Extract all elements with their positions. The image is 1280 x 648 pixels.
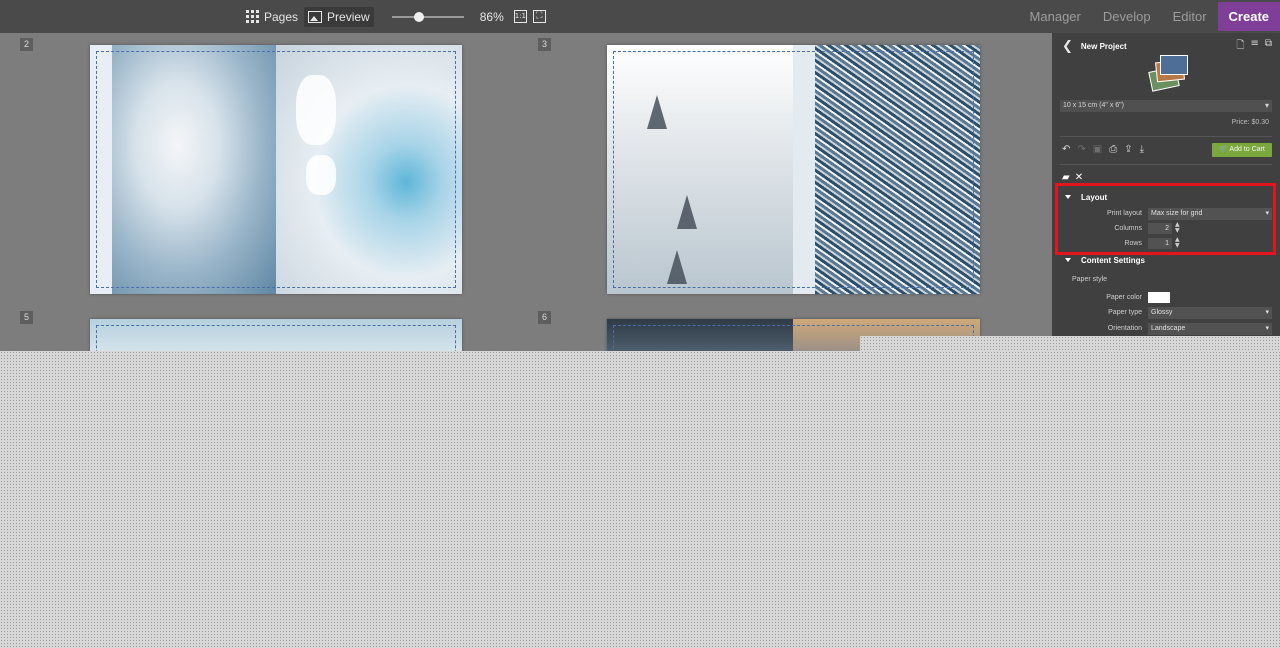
nav-create[interactable]: Create — [1217, 2, 1280, 31]
print-icon[interactable]: ⎙ — [1109, 144, 1117, 155]
content-settings-section-header[interactable]: Content Settings — [1060, 253, 1272, 267]
zoom-slider[interactable] — [391, 11, 464, 23]
nav-develop[interactable]: Develop — [1092, 0, 1162, 33]
divider — [1060, 164, 1272, 165]
preview-label: Preview — [327, 9, 370, 24]
close-icon[interactable]: ✕ — [1075, 172, 1083, 183]
paper-type-row: Paper type Glossy ▾ — [1060, 307, 1272, 319]
unrendered-area — [860, 336, 1280, 352]
preview-view-button[interactable]: Preview — [304, 6, 374, 27]
cart-icon: 🛒 — [1219, 146, 1228, 153]
pages-view-button[interactable]: Pages — [242, 7, 302, 27]
copy-icon[interactable]: ⧉ — [1265, 38, 1272, 55]
grid-icon — [246, 10, 259, 23]
photo-clouds — [112, 45, 276, 294]
paper-color-row: Paper color — [1060, 292, 1272, 304]
panel-header: ❮ New Project 🗋 ≡ ⧉ — [1062, 38, 1272, 55]
print-size-select[interactable]: 10 x 15 cm (4" x 6") ▾ — [1060, 100, 1272, 112]
edit-tools: ↶ ↷ ▣ ⎙ ⇪ ⤓ — [1062, 144, 1144, 155]
page-3-sheet[interactable] — [607, 45, 980, 294]
page-number: 5 — [20, 311, 33, 324]
page-number: 3 — [538, 38, 551, 51]
photo-snow-trees — [276, 45, 462, 294]
view-controls: Pages Preview 86% 1:1 ⛶ — [242, 0, 546, 33]
paper-color-label: Paper color — [1106, 294, 1142, 301]
add-to-cart-button[interactable]: 🛒 Add to Cart — [1212, 143, 1272, 157]
actual-size-icon[interactable]: 1:1 — [513, 10, 527, 23]
save-icon[interactable]: ▣ — [1093, 144, 1102, 155]
top-toolbar: Pages Preview 86% 1:1 ⛶ Manager Develop … — [0, 0, 1280, 33]
new-document-icon[interactable]: 🗋 — [1236, 38, 1244, 55]
pages-label: Pages — [264, 9, 299, 24]
redo-icon[interactable]: ↷ — [1077, 144, 1085, 155]
divider — [1060, 136, 1272, 137]
folder-icon[interactable]: ▰ — [1062, 172, 1070, 183]
paper-style-label: Paper style — [1072, 276, 1108, 283]
unrendered-area — [0, 351, 1280, 648]
back-arrow-icon[interactable]: ❮ — [1062, 39, 1073, 54]
paper-type-select[interactable]: Glossy ▾ — [1148, 307, 1272, 319]
list-icon[interactable]: ≡ — [1250, 38, 1258, 55]
price-label: Price: $0.30 — [1231, 119, 1269, 126]
page-number: 6 — [538, 311, 551, 324]
content-settings-title: Content Settings — [1081, 255, 1145, 265]
nav-editor[interactable]: Editor — [1162, 0, 1218, 33]
photo-dark-forest — [607, 319, 793, 351]
paper-type-label: Paper type — [1108, 309, 1142, 316]
collapse-triangle-icon — [1065, 258, 1071, 262]
layout-highlight-box — [1055, 183, 1276, 255]
undo-icon[interactable]: ↶ — [1062, 144, 1070, 155]
zoom-value: 86% — [479, 9, 504, 24]
image-icon — [308, 10, 323, 23]
project-title: New Project — [1080, 41, 1127, 51]
page-2-sheet[interactable] — [90, 45, 462, 294]
photo-frosted-forest — [815, 45, 980, 294]
photo-snowy-slope — [607, 45, 793, 294]
share-icon[interactable]: ⇪ — [1124, 144, 1132, 155]
page-number: 2 — [20, 38, 33, 51]
print-size-value: 10 x 15 cm (4" x 6") — [1063, 102, 1124, 109]
page-5-sheet[interactable] — [90, 319, 462, 351]
fit-to-screen-icon[interactable]: ⛶ — [532, 10, 546, 23]
add-to-cart-label: Add to Cart — [1229, 146, 1265, 153]
folder-tools: ▰ ✕ — [1062, 172, 1083, 183]
zoom-slider-track — [391, 15, 464, 18]
export-icon[interactable]: ⤓ — [1140, 144, 1144, 155]
orientation-row: Orientation Landscape ▾ — [1060, 323, 1272, 335]
photo-snow-scene-2 — [276, 319, 462, 351]
chevron-down-icon: ▾ — [1264, 101, 1269, 110]
preview-canvas: 2 3 5 6 — [0, 33, 1052, 351]
module-nav: Manager Develop Editor Create — [1019, 0, 1280, 33]
orientation-label: Orientation — [1107, 325, 1142, 332]
zoom-slider-thumb[interactable] — [413, 11, 424, 22]
orientation-select[interactable]: Landscape ▾ — [1148, 323, 1272, 335]
paper-type-value: Glossy — [1151, 309, 1173, 316]
chevron-down-icon: ▾ — [1265, 309, 1269, 316]
photo-snow-scene — [90, 319, 276, 351]
chevron-down-icon: ▾ — [1265, 325, 1269, 332]
product-thumbnail — [1148, 55, 1188, 93]
orientation-value: Landscape — [1151, 325, 1186, 332]
header-actions: 🗋 ≡ ⧉ — [1236, 38, 1272, 55]
nav-manager[interactable]: Manager — [1019, 0, 1092, 33]
paper-color-swatch[interactable] — [1148, 292, 1170, 303]
